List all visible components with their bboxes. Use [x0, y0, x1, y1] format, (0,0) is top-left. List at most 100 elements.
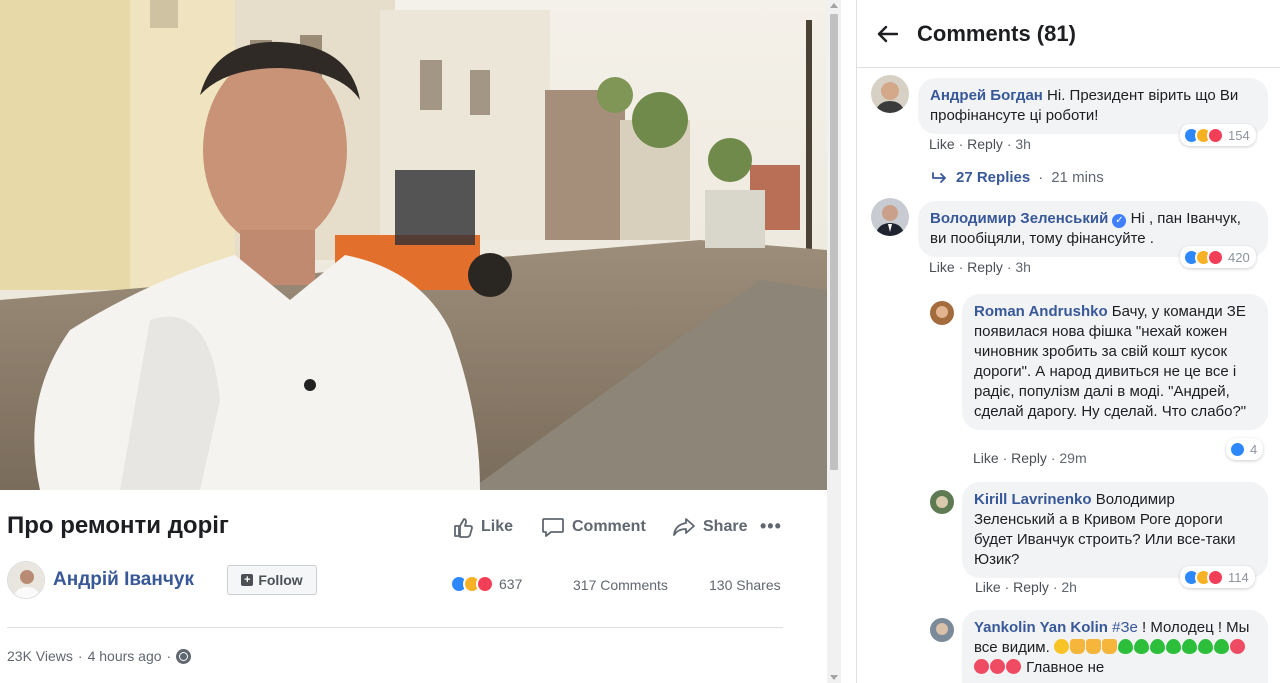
commenter-avatar[interactable]	[930, 301, 954, 325]
heart-eyes-emoji-icon	[1006, 659, 1021, 674]
love-reaction-icon	[1207, 248, 1224, 266]
comment-like-link[interactable]: Like	[973, 450, 999, 466]
post-author[interactable]: Андрій Іванчук	[7, 561, 194, 599]
divider	[7, 627, 783, 628]
comment-reaction-count: 4	[1250, 441, 1258, 457]
like-icon	[454, 518, 473, 538]
comment-actions: Like · Reply · 2h	[975, 579, 1077, 595]
video-frame-image	[0, 0, 827, 490]
commenter-name[interactable]: Володимир Зеленський	[930, 210, 1108, 227]
commenter-name[interactable]: Roman Andrushko	[974, 303, 1108, 320]
comment-reaction-count: 420	[1228, 249, 1250, 265]
commenter-avatar[interactable]	[871, 198, 909, 236]
love-reaction-icon	[1207, 568, 1224, 586]
scrollbar-thumb[interactable]	[830, 14, 838, 470]
comment-reactions[interactable]: 4	[1226, 438, 1264, 460]
follow-icon: +	[241, 574, 254, 586]
shares-count-link[interactable]: 130 Shares	[709, 577, 781, 593]
verified-icon: ✓	[1112, 214, 1127, 228]
comment-time[interactable]: 3h	[1015, 136, 1031, 152]
comment-time[interactable]: 3h	[1015, 259, 1031, 275]
comment-like-link[interactable]: Like	[975, 579, 1001, 595]
comment-reactions[interactable]: 154	[1180, 124, 1256, 146]
views-count: 23K Views	[7, 648, 73, 664]
heart-eyes-emoji-icon	[974, 659, 989, 674]
separator: ·	[1038, 169, 1044, 186]
post-title: Про ремонти доріг	[7, 512, 229, 539]
commenter-avatar[interactable]	[930, 490, 954, 514]
comment-reaction-count: 154	[1228, 127, 1250, 143]
green-heart-emoji-icon	[1213, 639, 1229, 654]
back-arrow-icon	[877, 25, 898, 42]
comment-actions: Like · Reply · 3h	[929, 136, 1031, 152]
comment-reply-link[interactable]: Reply	[967, 136, 1003, 152]
more-options-button[interactable]: •••	[760, 516, 782, 537]
author-name[interactable]: Андрій Іванчук	[53, 569, 194, 591]
video-player[interactable]	[0, 0, 827, 490]
share-label: Share	[703, 518, 748, 535]
reply-arrow-icon	[932, 171, 946, 183]
replies-count: 27 Replies	[956, 169, 1031, 186]
hashtag-link[interactable]: #Зе	[1112, 619, 1138, 636]
separator: ·	[166, 648, 172, 664]
thumbs-up-emoji-icon	[1101, 639, 1117, 654]
commenter-avatar[interactable]	[930, 618, 954, 642]
commenter-name[interactable]: Андрей Богдан	[930, 87, 1043, 104]
scroll-down-arrow-icon[interactable]	[830, 675, 838, 680]
comment-reply-link[interactable]: Reply	[1013, 579, 1049, 595]
like-button[interactable]: Like	[452, 516, 513, 538]
commenter-avatar[interactable]	[871, 75, 909, 113]
comment-text: Бачу, у команди ЗЕ появилася нова фішка …	[974, 303, 1247, 420]
green-heart-emoji-icon	[1181, 639, 1197, 654]
follow-button[interactable]: + Follow	[227, 565, 317, 595]
share-button[interactable]: Share	[672, 516, 747, 538]
comment-text-continued: Главное не	[1026, 659, 1105, 676]
comment-button[interactable]: Comment	[541, 516, 646, 538]
green-heart-emoji-icon	[1117, 639, 1133, 654]
follow-label: Follow	[258, 572, 303, 588]
reply-bubble: Kirill Lavrinenko Володимир Зеленський а…	[962, 482, 1268, 578]
reaction-count: 637	[499, 576, 523, 592]
like-label: Like	[481, 518, 514, 535]
comment-reactions[interactable]: 114	[1180, 566, 1255, 588]
panel-title: Comments (81)	[917, 20, 1076, 46]
comment-time[interactable]: 2h	[1061, 579, 1077, 595]
comment-time[interactable]: 29m	[1059, 450, 1086, 466]
love-reaction-icon	[1207, 126, 1224, 144]
comment-reactions[interactable]: 420	[1180, 246, 1256, 268]
thumbs-up-emoji-icon	[1085, 639, 1101, 654]
reply-bubble: Yankolin Yan Kolin #Зе ! Молодец ! Мы вс…	[962, 610, 1268, 683]
commenter-name[interactable]: Kirill Lavrinenko	[974, 491, 1092, 508]
heart-eyes-emoji-icon	[1229, 639, 1245, 654]
post-time[interactable]: 4 hours ago	[88, 648, 162, 664]
smile-emoji-icon	[1053, 639, 1069, 654]
author-avatar[interactable]	[7, 561, 45, 599]
replies-time: 21 mins	[1051, 169, 1104, 186]
commenter-name[interactable]: Yankolin Yan Kolin	[974, 619, 1108, 636]
globe-icon	[176, 648, 192, 664]
comment-label: Comment	[572, 518, 646, 535]
separator: ·	[77, 648, 83, 664]
view-replies-link[interactable]: 27 Replies · 21 mins	[932, 169, 1104, 186]
comment-reply-link[interactable]: Reply	[1011, 450, 1047, 466]
comments-count-link[interactable]: 317 Comments	[573, 577, 668, 593]
panel-header: Comments (81)	[857, 0, 1280, 68]
like-reaction-icon	[1229, 440, 1246, 458]
share-icon	[673, 518, 695, 536]
comment-reply-link[interactable]: Reply	[967, 259, 1003, 275]
green-heart-emoji-icon	[1197, 639, 1213, 654]
green-heart-emoji-icon	[1165, 639, 1181, 654]
post-reactions[interactable]: 637	[450, 575, 522, 593]
back-button[interactable]	[857, 25, 917, 43]
video-scrollbar[interactable]	[827, 0, 841, 683]
heart-eyes-emoji-icon	[990, 659, 1005, 674]
scroll-up-arrow-icon[interactable]	[830, 3, 838, 8]
comment-like-link[interactable]: Like	[929, 259, 955, 275]
thumbs-up-emoji-icon	[1069, 639, 1085, 654]
green-heart-emoji-icon	[1133, 639, 1149, 654]
comment-like-link[interactable]: Like	[929, 136, 955, 152]
comment-actions: Like · Reply · 3h	[929, 259, 1031, 275]
comment-actions: Like · Reply · 29m	[973, 450, 1087, 466]
green-heart-emoji-icon	[1149, 639, 1165, 654]
post-meta: 23K Views · 4 hours ago ·	[7, 648, 192, 664]
